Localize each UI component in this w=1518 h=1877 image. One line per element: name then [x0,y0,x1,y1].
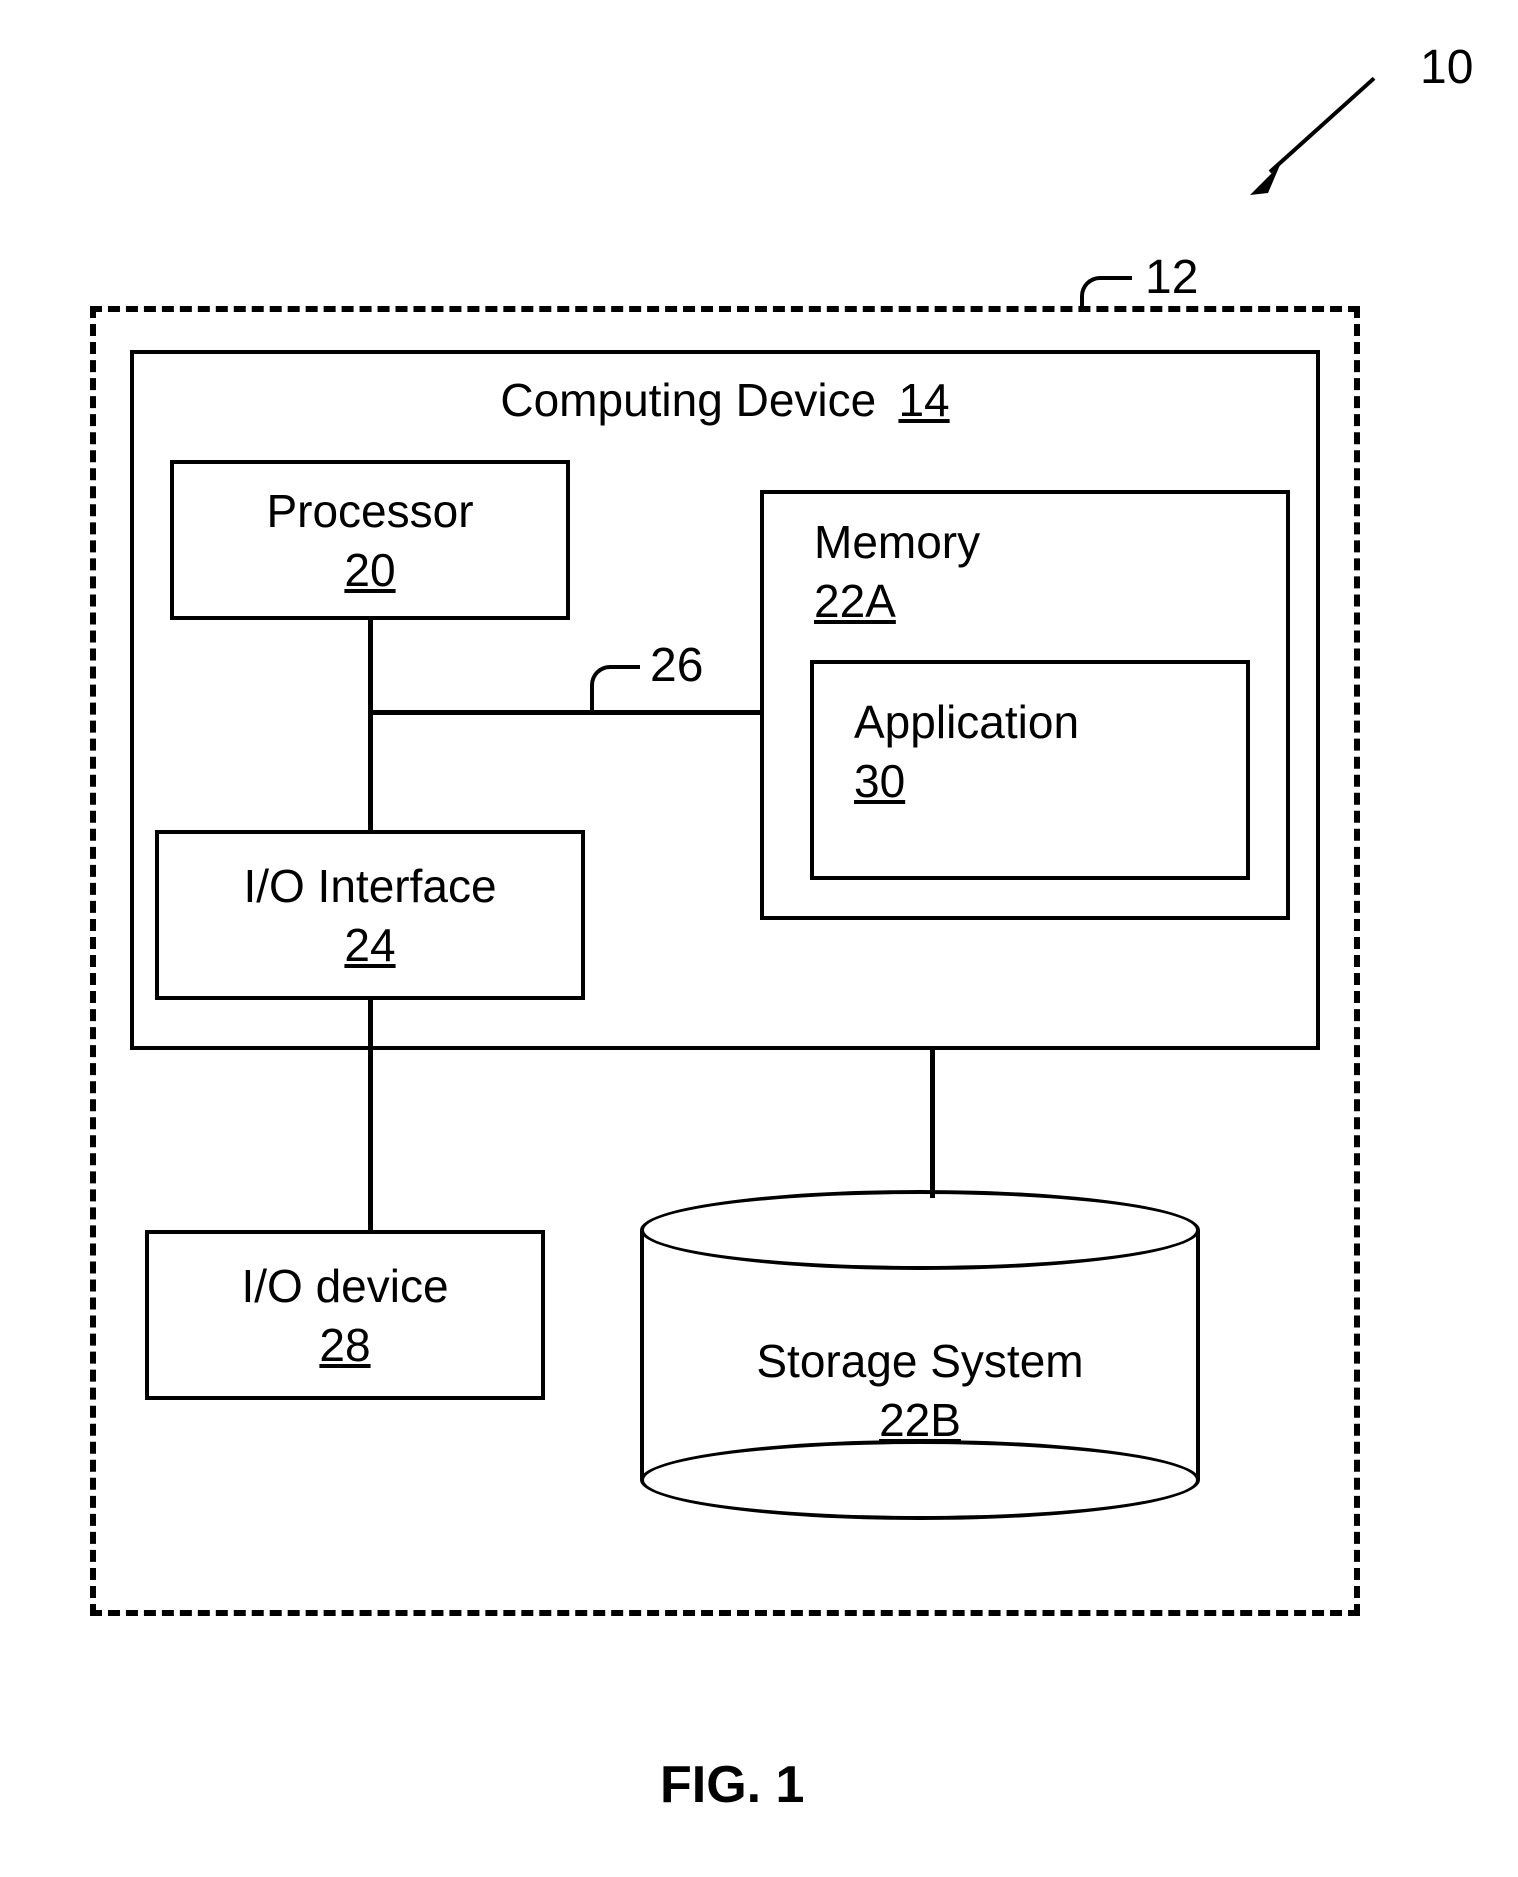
figure-canvas: 10 12 Computing Device 14 Processor 20 M… [0,0,1518,1877]
memory-label: Memory [814,514,980,572]
system-ref: 10 [1420,40,1473,95]
application-box: Application 30 [810,660,1250,880]
connector-processor-to-bus [368,620,373,714]
io-device-label: I/O device [241,1258,448,1316]
storage-label: Storage System [756,1333,1083,1391]
memory-ref: 22A [814,574,980,628]
processor-label: Processor [266,483,473,541]
io-device-ref: 28 [319,1318,370,1372]
server-ref-leader-icon [1080,276,1120,310]
application-title: Application 30 [854,694,1079,808]
computing-device-ref: 14 [898,374,949,426]
processor-ref: 20 [344,543,395,597]
system-ref-arrowhead-icon [1250,155,1290,195]
server-ref: 12 [1145,250,1198,305]
connector-bus-to-iointerface [368,710,373,832]
connector-computingdevice-to-storage [930,1050,935,1198]
computing-device-title: Computing Device 14 [134,372,1316,430]
server-ref-leader-tail [1118,276,1132,280]
storage-cylinder: Storage System 22B [640,1190,1200,1520]
memory-title: Memory 22A [814,514,980,628]
figure-caption: FIG. 1 [660,1755,804,1815]
bus-ref-leader-icon [590,665,628,713]
connector-iointerface-to-iodevice [368,1000,373,1232]
storage-ref: 22B [879,1393,961,1447]
processor-box: Processor 20 [170,460,570,620]
io-interface-box: I/O Interface 24 [155,830,585,1000]
application-label: Application [854,694,1079,752]
bus-ref-leader-tail [626,665,640,669]
io-interface-label: I/O Interface [243,858,496,916]
computing-device-label: Computing Device [500,374,876,426]
application-ref: 30 [854,754,1079,808]
io-device-box: I/O device 28 [145,1230,545,1400]
bus-ref: 26 [650,638,703,693]
connector-bus [368,710,762,715]
io-interface-ref: 24 [344,918,395,972]
